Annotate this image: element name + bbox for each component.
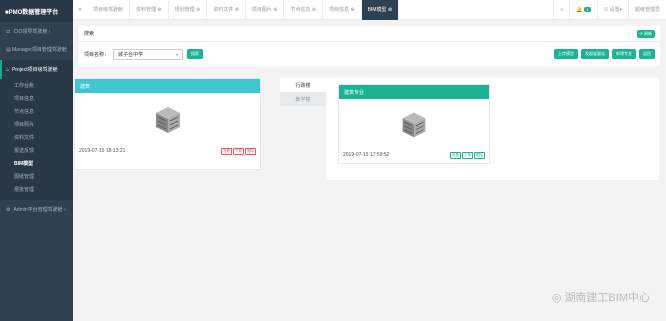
upload-model-button[interactable]: 上传模型 bbox=[554, 49, 578, 59]
building-icon bbox=[339, 99, 489, 149]
tab-bar: « 项目级驾驶舱 资料管理 ⊗ 规划管理 ⊗ 资料文件 ⊗ 项目图片 ⊗ 节点信… bbox=[73, 0, 666, 20]
sidebar-item-project-info[interactable]: 项目信息 bbox=[0, 92, 73, 105]
watermark: ◎ 湖南建工BIM中心 bbox=[551, 291, 650, 305]
list-icon: ▤ bbox=[6, 47, 11, 53]
card-date: 2019-07-15 17:59:52 bbox=[343, 152, 390, 158]
sidebar-group-cio[interactable]: ⚖ CIO领导驾驶舱 ‹ bbox=[0, 22, 73, 41]
settings-button[interactable]: ☑ 设置▾ bbox=[596, 0, 628, 20]
tab-docs[interactable]: 资料管理 ⊗ bbox=[130, 0, 169, 20]
app-brand: ■PMO数据管理平台 bbox=[0, 0, 73, 22]
back-button[interactable]: 返回 bbox=[639, 49, 655, 59]
building-icon bbox=[75, 93, 260, 145]
sidebar-item-files[interactable]: 资料文件 bbox=[0, 131, 73, 144]
tab-scroll-left-icon[interactable]: « bbox=[73, 7, 87, 13]
project-select[interactable]: 城子台中学 ▾ bbox=[113, 48, 184, 60]
notification-button[interactable]: 🔔 1 bbox=[569, 0, 596, 20]
notification-badge: 1 bbox=[584, 7, 591, 12]
refresh-button[interactable]: ⟳ 刷新 bbox=[636, 29, 655, 38]
card-date: 2019-07-15 18:13:21 bbox=[79, 148, 126, 154]
delete-button[interactable]: 删除 bbox=[474, 151, 485, 159]
sidebar-item-feedback[interactable]: 报送反馈 bbox=[0, 144, 73, 157]
user-menu[interactable]: 超级管理员 bbox=[627, 0, 666, 20]
tab-plan[interactable]: 规划管理 ⊗ bbox=[169, 0, 208, 20]
tab-files[interactable]: 资料文件 ⊗ bbox=[207, 0, 246, 20]
tab-admin-building[interactable]: 行政楼 bbox=[280, 78, 326, 92]
discipline-card[interactable]: 建筑专业 2019-07-15 17:59:52 查看 上传 删除 bbox=[338, 84, 490, 164]
project-label: 项目名称： bbox=[84, 51, 110, 58]
card-title: 建筑 bbox=[75, 79, 260, 93]
sidebar-item-approval[interactable]: 报批管理 bbox=[0, 183, 73, 196]
sidebar-group-manager[interactable]: ▤ Manager项目管理驾驶舱 bbox=[0, 41, 73, 60]
home-icon: ⌂ bbox=[6, 66, 10, 73]
sidebar-item-ledger[interactable]: 工作台账 bbox=[0, 79, 73, 92]
delete-button[interactable]: 删除 bbox=[245, 147, 256, 155]
sidebar-item-photos[interactable]: 项目照片 bbox=[0, 118, 73, 131]
discipline-panel: 建筑专业 2019-07-15 17:59:52 查看 上传 删除 bbox=[326, 78, 659, 180]
bell-icon: 🔔 bbox=[576, 6, 583, 13]
sidebar-group-project[interactable]: ⌂ Project项目级驾驶舱 bbox=[0, 60, 73, 79]
main-content: 搜索 ⟳ 刷新 项目名称： 城子台中学 ▾ 搜索 上传模型 发起轻量化 新增专业… bbox=[73, 20, 666, 321]
download-button[interactable]: 下载 bbox=[233, 147, 244, 155]
chevron-down-icon: ▾ bbox=[176, 51, 179, 57]
tab-nodes[interactable]: 节点信息 ⊗ bbox=[284, 0, 323, 20]
sidebar-item-drawings[interactable]: 图纸管理 bbox=[0, 170, 73, 183]
tab-photos[interactable]: 项目图片 ⊗ bbox=[246, 0, 285, 20]
tab-project-info[interactable]: 项目信息 ⊗ bbox=[323, 0, 362, 20]
sidebar-item-bim[interactable]: BIM模型 bbox=[0, 157, 73, 170]
search-button[interactable]: 搜索 bbox=[187, 49, 204, 59]
sidebar-group-admin[interactable]: ⚙ Admin平台管理驾驶舱 ‹ bbox=[0, 200, 73, 219]
tab-bim[interactable]: BIM模型 ⊗ bbox=[361, 0, 400, 20]
wechat-icon: ◎ bbox=[551, 291, 562, 304]
search-panel: 搜索 ⟳ 刷新 项目名称： 城子台中学 ▾ 搜索 上传模型 发起轻量化 新增专业… bbox=[79, 26, 660, 66]
tab-scroll-right-icon[interactable]: » bbox=[553, 0, 569, 20]
sidebar-item-node-info[interactable]: 节点信息 bbox=[0, 105, 73, 118]
gear-icon: ⚙ bbox=[6, 206, 11, 213]
add-discipline-button[interactable]: 新增专业 bbox=[612, 49, 636, 59]
view-button[interactable]: 查看 bbox=[450, 151, 461, 159]
sidebar: ■PMO数据管理平台 ⚖ CIO领导驾驶舱 ‹ ▤ Manager项目管理驾驶舱… bbox=[0, 0, 73, 321]
panel-title: 搜索 bbox=[84, 31, 95, 37]
model-area: 建筑 2019-07-15 18:13:21 查看 下载 删除 行政楼 教学楼 … bbox=[73, 72, 666, 321]
upload-button[interactable]: 上传 bbox=[462, 151, 473, 159]
dashboard-icon: ⚖ bbox=[6, 28, 11, 35]
model-card[interactable]: 建筑 2019-07-15 18:13:21 查看 下载 删除 bbox=[74, 78, 261, 170]
lightweight-button[interactable]: 发起轻量化 bbox=[581, 49, 609, 59]
building-tabs: 行政楼 教学楼 bbox=[280, 78, 326, 106]
sidebar-submenu: 工作台账 项目信息 节点信息 项目照片 资料文件 报送反馈 BIM模型 图纸管理… bbox=[0, 79, 73, 200]
view-button[interactable]: 查看 bbox=[221, 147, 232, 155]
tab-teaching-building[interactable]: 教学楼 bbox=[280, 92, 326, 106]
tab-dashboard[interactable]: 项目级驾驶舱 bbox=[87, 0, 131, 20]
card-title: 建筑专业 bbox=[339, 85, 489, 99]
